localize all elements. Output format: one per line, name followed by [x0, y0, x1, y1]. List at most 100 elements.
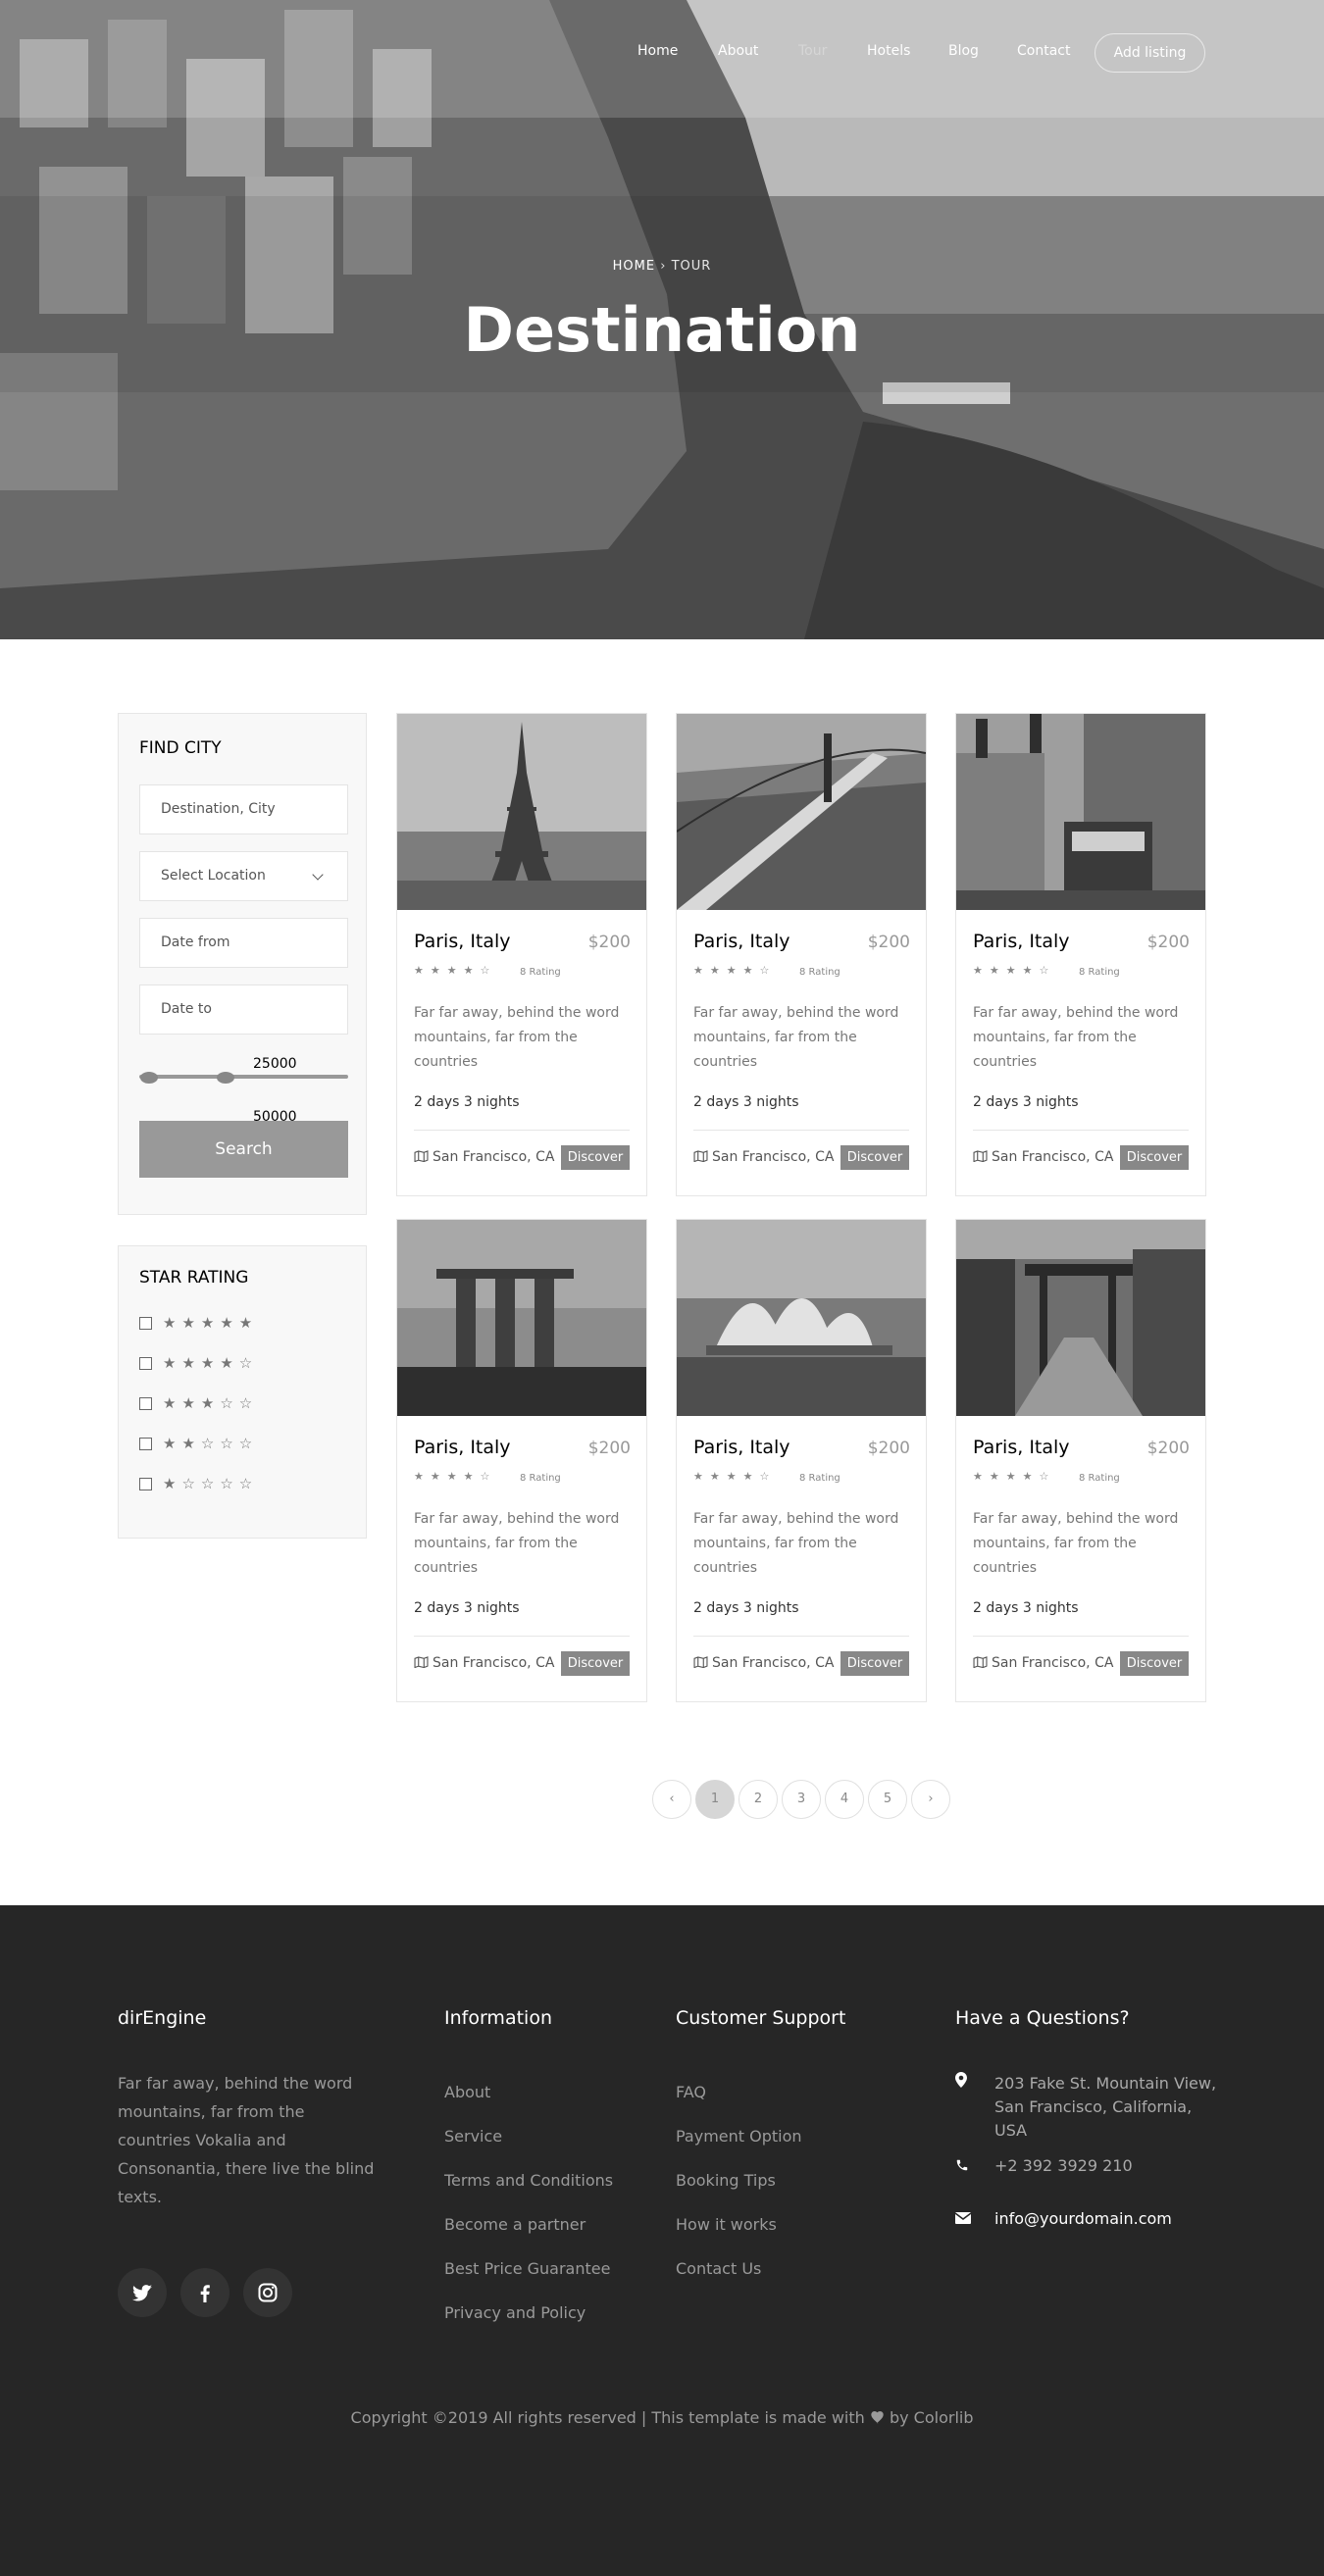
tour-card-duration: 2 days 3 nights — [414, 1600, 520, 1616]
tour-card-title[interactable]: Paris, Italy — [973, 1437, 1070, 1458]
tour-card-image[interactable] — [397, 714, 646, 910]
copyright-suffix[interactable]: by Colorlib — [890, 2408, 974, 2427]
footer-info-link[interactable]: Service — [444, 2127, 502, 2146]
tour-card-image[interactable] — [956, 1220, 1205, 1416]
tour-card-duration: 2 days 3 nights — [414, 1094, 520, 1110]
map-icon — [414, 1656, 429, 1668]
discover-button[interactable]: Discover — [561, 1145, 630, 1170]
nav-blog[interactable]: Blog — [948, 43, 979, 59]
discover-button[interactable]: Discover — [840, 1651, 909, 1676]
instagram-icon[interactable] — [243, 2268, 292, 2317]
footer-support-link[interactable]: Payment Option — [676, 2127, 802, 2146]
search-button[interactable]: Search — [139, 1121, 348, 1178]
footer-info-link[interactable]: Privacy and Policy — [444, 2303, 586, 2322]
checkbox[interactable] — [139, 1357, 152, 1370]
tour-card-price: $200 — [587, 1439, 631, 1458]
location-select[interactable]: Select Location — [139, 851, 348, 901]
location-select-value: Select Location — [161, 868, 266, 884]
date-from-input[interactable]: Date from — [139, 918, 348, 968]
tour-card-location-text: San Francisco, CA — [712, 1149, 835, 1165]
tour-card-image[interactable] — [677, 714, 926, 910]
discover-button[interactable]: Discover — [561, 1651, 630, 1676]
checkbox[interactable] — [139, 1397, 152, 1410]
tour-card-price: $200 — [1146, 1439, 1190, 1458]
tour-card-title[interactable]: Paris, Italy — [414, 1437, 511, 1458]
footer-info-link[interactable]: About — [444, 2083, 490, 2101]
pagination-page-button[interactable]: 5 — [868, 1780, 907, 1819]
tour-card-location: San Francisco, CA — [414, 1655, 554, 1671]
add-listing-button[interactable]: Add listing — [1095, 33, 1205, 73]
tour-card[interactable]: Paris, Italy $200 ★★★★☆ 8 Rating Far far awa… — [676, 1219, 927, 1702]
price-range-slider[interactable] — [139, 1075, 348, 1079]
tour-card-description: Far far away, behind the word mountains,… — [414, 1005, 620, 1070]
checkbox[interactable] — [139, 1478, 152, 1490]
discover-button[interactable]: Discover — [1120, 1651, 1189, 1676]
tour-card-description: Far far away, behind the word mountains,… — [414, 1511, 620, 1576]
divider — [693, 1130, 909, 1131]
pagination-page-button[interactable]: 3 — [782, 1780, 821, 1819]
contact-email[interactable]: info@yourdomain.com — [994, 2207, 1172, 2231]
contact-title: Have a Questions? — [955, 2007, 1130, 2029]
footer-info-link[interactable]: Become a partner — [444, 2215, 586, 2234]
tour-card-image[interactable] — [397, 1220, 646, 1416]
footer-info-link[interactable]: Terms and Conditions — [444, 2171, 613, 2190]
contact-address: 203 Fake St. Mountain View, San Francisc… — [994, 2074, 1217, 2140]
footer-support-link[interactable]: How it works — [676, 2215, 777, 2234]
tour-card-rating: 8 Rating — [1079, 967, 1120, 978]
footer-support-link[interactable]: Booking Tips — [676, 2171, 776, 2190]
range-min-handle[interactable] — [140, 1072, 158, 1084]
pagination-next-button[interactable]: › — [911, 1780, 950, 1819]
star-icons: ★★★★☆ — [414, 1470, 497, 1483]
pagination-prev-button[interactable]: ‹ — [652, 1780, 691, 1819]
pagination-page-button[interactable]: 1 — [695, 1780, 735, 1819]
tour-card[interactable]: Paris, Italy $200 ★★★★☆ 8 Rating Far far awa… — [676, 713, 927, 1196]
nav-hotels[interactable]: Hotels — [867, 43, 910, 59]
tour-card-location: San Francisco, CA — [973, 1149, 1113, 1165]
tour-card[interactable]: Paris, Italy $200 ★★★★☆ 8 Rating Far far awa… — [955, 713, 1206, 1196]
copyright-text: Copyright ©2019 All rights reserved | Th… — [0, 2408, 1324, 2427]
contact-phone[interactable]: +2 392 3929 210 — [994, 2154, 1133, 2178]
tour-card-duration: 2 days 3 nights — [693, 1094, 799, 1110]
tour-card[interactable]: Paris, Italy $200 ★★★★☆ 8 Rating Far far awa… — [396, 713, 647, 1196]
nav-home[interactable]: Home — [637, 43, 678, 59]
date-to-input[interactable]: Date to — [139, 985, 348, 1035]
nav-contact[interactable]: Contact — [1017, 43, 1070, 59]
tour-card-title[interactable]: Paris, Italy — [693, 1437, 790, 1458]
information-title: Information — [444, 2007, 552, 2029]
breadcrumb-home[interactable]: HOME — [613, 259, 655, 274]
tour-card-title[interactable]: Paris, Italy — [973, 931, 1070, 952]
checkbox[interactable] — [139, 1438, 152, 1450]
star-icons: ★★★☆☆ — [163, 1394, 259, 1412]
footer-support-link[interactable]: Contact Us — [676, 2259, 761, 2278]
pagination-page-button[interactable]: 4 — [825, 1780, 864, 1819]
footer-info-link[interactable]: Best Price Guarantee — [444, 2259, 610, 2278]
facebook-icon[interactable] — [180, 2268, 229, 2317]
map-icon — [693, 1656, 708, 1668]
footer: dirEngine Far far away, behind the word … — [0, 1905, 1324, 2576]
star-icons: ★★★★★ — [163, 1314, 259, 1332]
tour-card-image[interactable] — [956, 714, 1205, 910]
star-icons: ★★★★☆ — [973, 1470, 1056, 1483]
footer-support-link[interactable]: FAQ — [676, 2083, 706, 2101]
star-rating-panel: STAR RATING ★★★★★ ★★★★☆ ★★★☆☆ ★★☆☆☆ ★☆☆☆☆ — [118, 1245, 367, 1539]
nav-about[interactable]: About — [718, 43, 758, 59]
tour-card-location-text: San Francisco, CA — [992, 1655, 1114, 1671]
nav-tour[interactable]: Tour — [798, 43, 827, 59]
tour-card-image[interactable] — [677, 1220, 926, 1416]
destination-input[interactable]: Destination, City — [139, 784, 348, 834]
twitter-icon[interactable] — [118, 2268, 167, 2317]
star-icons: ★★★★☆ — [693, 1470, 777, 1483]
tour-card-location-text: San Francisco, CA — [433, 1655, 555, 1671]
tour-card-title[interactable]: Paris, Italy — [693, 931, 790, 952]
discover-button[interactable]: Discover — [1120, 1145, 1189, 1170]
tour-card-price: $200 — [867, 1439, 910, 1458]
tour-card[interactable]: Paris, Italy $200 ★★★★☆ 8 Rating Far far awa… — [955, 1219, 1206, 1702]
pagination-page-button[interactable]: 2 — [738, 1780, 778, 1819]
tour-card[interactable]: Paris, Italy $200 ★★★★☆ 8 Rating Far far awa… — [396, 1219, 647, 1702]
star-icons: ★★★★☆ — [693, 964, 777, 977]
tour-card-rating: 8 Rating — [799, 967, 840, 978]
tour-card-title[interactable]: Paris, Italy — [414, 931, 511, 952]
range-max-handle[interactable] — [217, 1072, 234, 1084]
discover-button[interactable]: Discover — [840, 1145, 909, 1170]
checkbox[interactable] — [139, 1317, 152, 1330]
